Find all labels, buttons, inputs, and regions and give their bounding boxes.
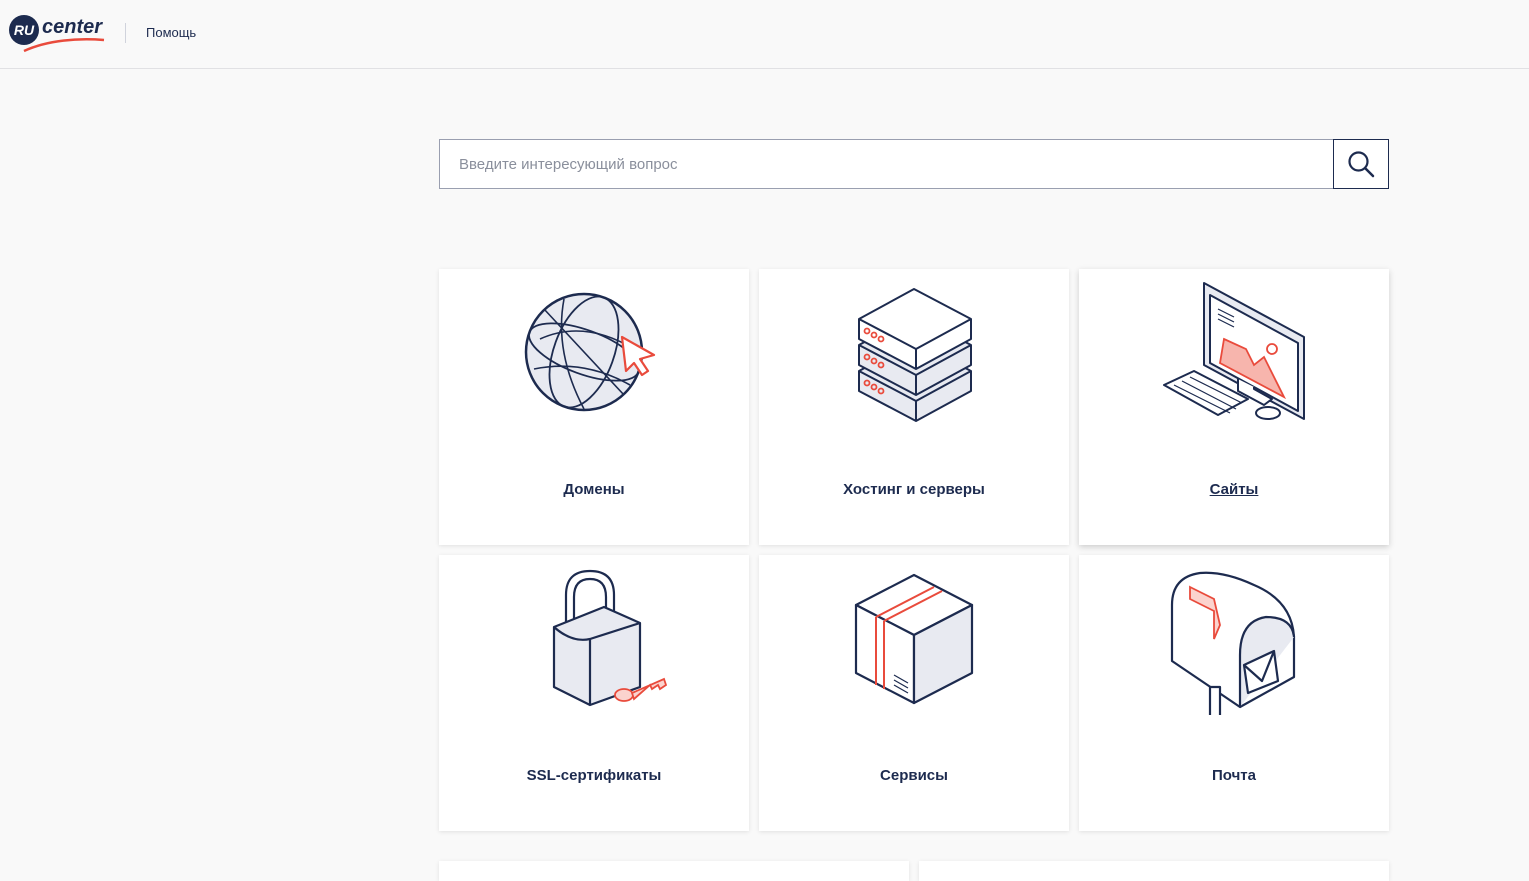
help-link[interactable]: Помощь [146,25,196,40]
svg-text:center: center [42,16,103,38]
category-card-mail[interactable]: Почта [1079,555,1389,831]
search-icon [1348,151,1375,178]
category-title: Сайты [1209,481,1259,498]
bottom-card-right[interactable] [919,861,1389,881]
svg-text:RU: RU [14,22,35,38]
category-title: Сервисы [880,767,948,784]
search-button[interactable] [1333,139,1389,189]
category-card-sites[interactable]: Сайты [1079,269,1389,545]
search-bar [439,139,1389,189]
computer-monitor-icon [1163,282,1305,420]
mailbox-icon [1170,571,1296,715]
category-title: Почта [1212,767,1256,784]
bottom-card-left[interactable] [439,861,909,881]
category-title: Хостинг и серверы [843,481,985,498]
category-card-hosting[interactable]: Хостинг и серверы [759,269,1069,545]
server-stack-icon [858,288,972,422]
category-card-domains[interactable]: Домены [439,269,749,545]
top-header: RU center Помощь [0,0,1529,69]
ru-center-logo[interactable]: RU center [8,10,108,56]
category-title: Домены [563,481,625,498]
category-title: SSL-сертификаты [526,767,662,784]
category-card-ssl[interactable]: SSL-сертификаты [439,555,749,831]
category-card-services[interactable]: Сервисы [759,555,1069,831]
header-divider [125,23,126,43]
globe-cursor-icon [524,292,656,412]
search-input[interactable] [439,139,1334,189]
padlock-key-icon [552,569,668,707]
box-package-icon [854,573,974,705]
